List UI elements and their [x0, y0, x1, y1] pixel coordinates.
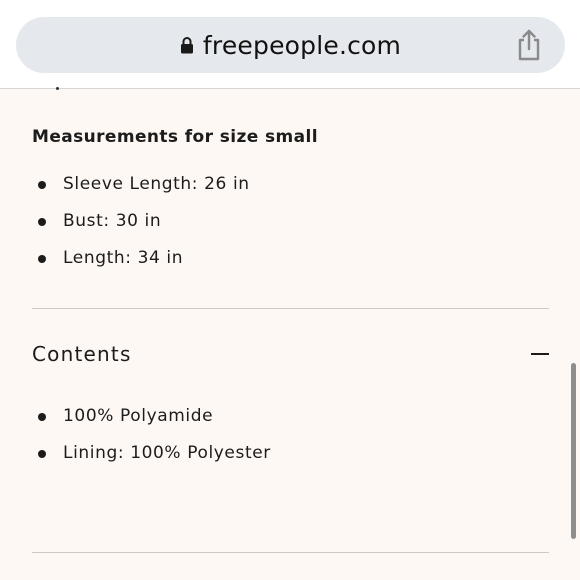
bullet-icon [38, 255, 46, 263]
address-bar[interactable]: freepeople.com [16, 17, 565, 73]
clipped-text-fragment [56, 87, 59, 90]
measurement-text: Sleeve Length: 26 in [63, 174, 250, 194]
contents-heading: Contents [32, 342, 132, 366]
section-divider [32, 552, 549, 553]
section-divider [32, 308, 549, 309]
list-item: Lining: 100% Polyester [32, 435, 271, 472]
measurement-text: Length: 34 in [63, 248, 184, 268]
lock-icon [180, 37, 193, 54]
measurement-text: Bust: 30 in [63, 211, 162, 231]
minus-icon[interactable] [531, 353, 549, 355]
contents-text: 100% Polyamide [63, 406, 214, 426]
scrollbar-thumb[interactable] [571, 363, 576, 539]
contents-list: 100% Polyamide Lining: 100% Polyester [32, 398, 271, 472]
list-item: 100% Polyamide [32, 398, 271, 435]
bullet-icon [38, 450, 46, 458]
list-item: Bust: 30 in [32, 203, 250, 240]
contents-accordion-header[interactable]: Contents [32, 335, 549, 373]
share-icon[interactable] [515, 29, 543, 61]
bullet-icon [38, 218, 46, 226]
list-item: Length: 34 in [32, 240, 250, 277]
url-text: freepeople.com [202, 30, 402, 60]
browser-toolbar: freepeople.com [0, 0, 580, 89]
bullet-icon [38, 413, 46, 421]
address-bar-content: freepeople.com [16, 17, 565, 73]
measurements-heading: Measurements for size small [32, 127, 318, 147]
measurements-list: Sleeve Length: 26 in Bust: 30 in Length:… [32, 166, 250, 277]
list-item: Sleeve Length: 26 in [32, 166, 250, 203]
contents-text: Lining: 100% Polyester [63, 443, 271, 463]
bullet-icon [38, 181, 46, 189]
